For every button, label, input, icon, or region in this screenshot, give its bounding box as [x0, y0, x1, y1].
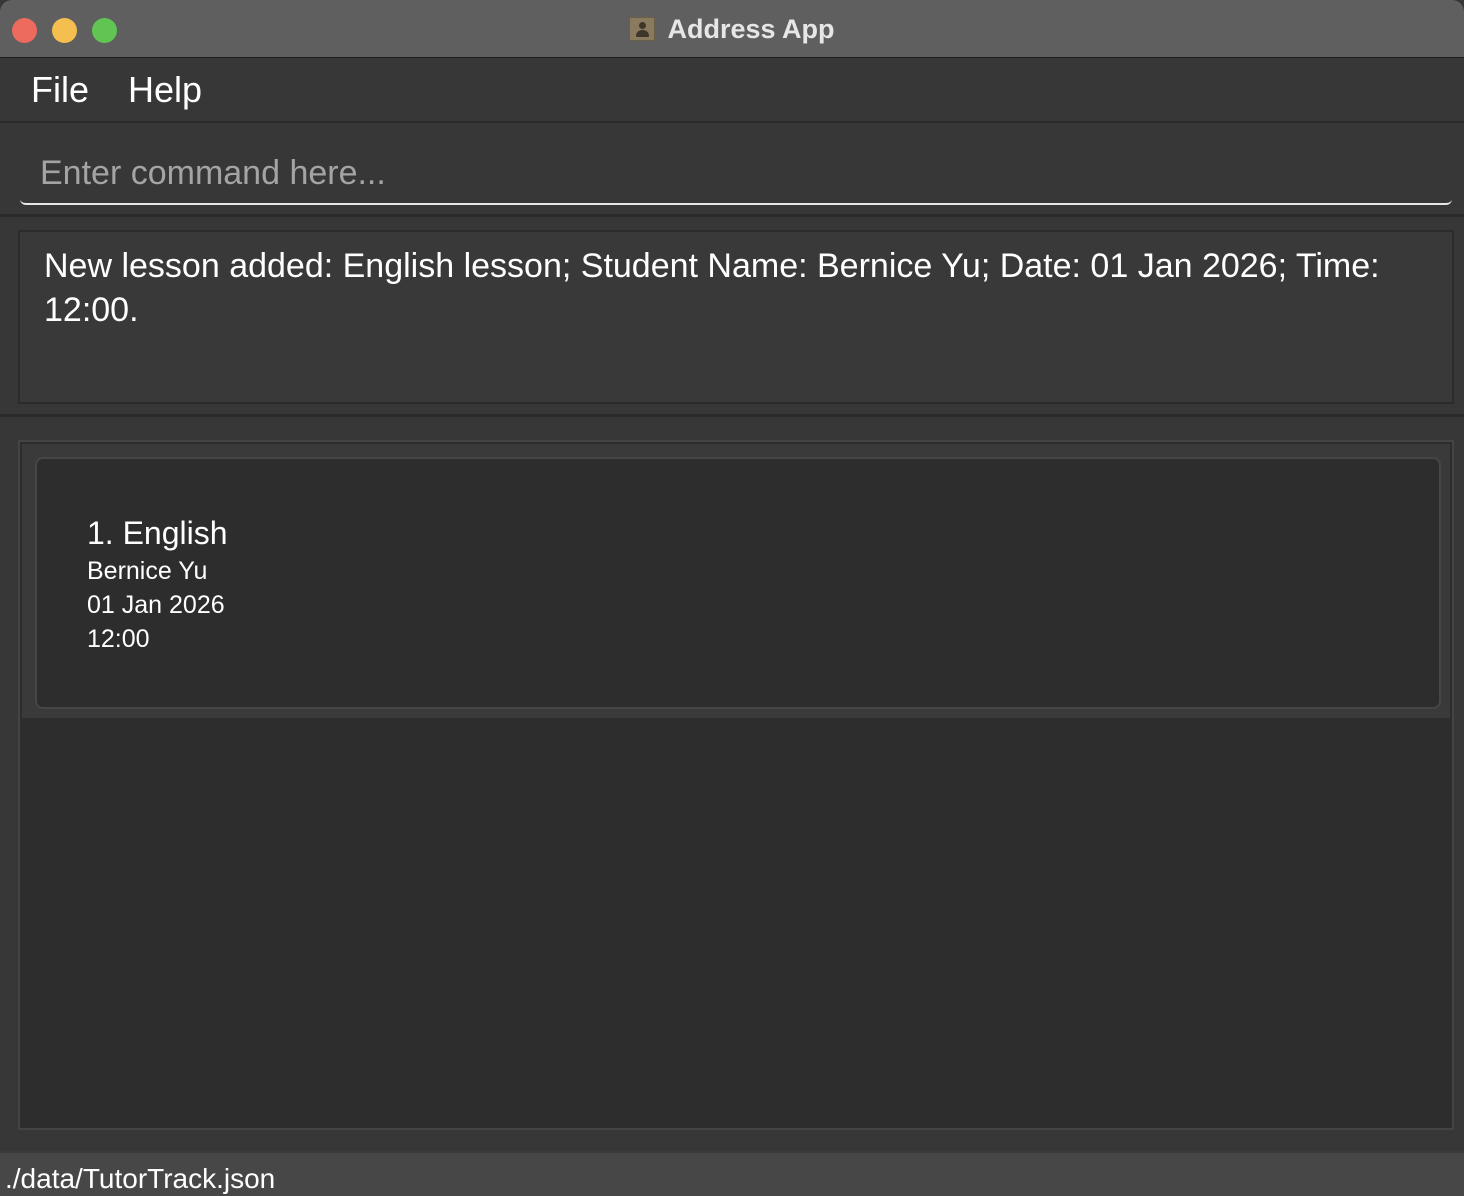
- menu-help[interactable]: Help: [128, 69, 202, 111]
- result-display-area: New lesson added: English lesson; Studen…: [0, 217, 1464, 417]
- contact-book-icon: [629, 17, 656, 41]
- save-file-path: ./data/TutorTrack.json: [5, 1163, 276, 1194]
- lesson-time: 12:00: [87, 625, 150, 653]
- command-box-area: [0, 125, 1464, 217]
- lesson-list-area: 1. English Bernice Yu 01 Jan 2026 12:00: [0, 420, 1464, 1150]
- result-display[interactable]: New lesson added: English lesson; Studen…: [18, 230, 1454, 404]
- window-title-group: Address App: [0, 0, 1464, 58]
- app-window: Address App File Help New lesson added: …: [0, 0, 1464, 1196]
- title-bar[interactable]: Address App: [0, 0, 1464, 58]
- command-input[interactable]: [20, 143, 1452, 205]
- lesson-list[interactable]: 1. English Bernice Yu 01 Jan 2026 12:00: [18, 440, 1454, 1130]
- result-text: New lesson added: English lesson; Studen…: [44, 247, 1380, 329]
- status-bar: ./data/TutorTrack.json: [0, 1151, 1464, 1196]
- window-title: Address App: [667, 13, 835, 44]
- lesson-student: Bernice Yu: [87, 557, 208, 585]
- menu-bar: File Help: [0, 59, 1464, 123]
- lesson-card[interactable]: 1. English Bernice Yu 01 Jan 2026 12:00: [35, 457, 1441, 709]
- list-item[interactable]: 1. English Bernice Yu 01 Jan 2026 12:00: [22, 444, 1450, 718]
- menu-file[interactable]: File: [31, 69, 89, 111]
- lesson-date: 01 Jan 2026: [87, 591, 225, 619]
- lesson-title: 1. English: [87, 515, 228, 551]
